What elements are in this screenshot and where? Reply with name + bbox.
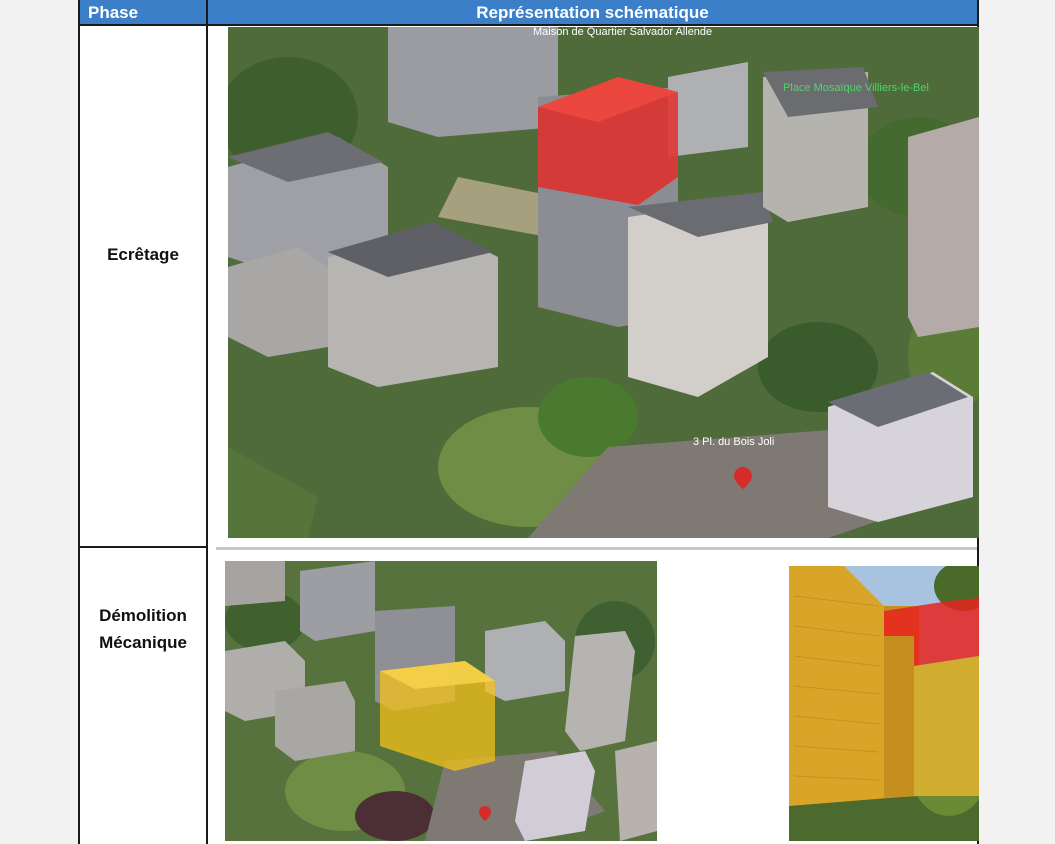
- column-divider: [206, 26, 208, 844]
- label-address: 3 Pl. du Bois Joli: [693, 436, 774, 448]
- label-place-mosaique: Place Mosaïque Villiers-le-Bel: [783, 82, 929, 94]
- aerial-scene-ecretage: Maison de Quartier Salvador Allende Plac…: [228, 27, 979, 538]
- demolition-street-photo: [789, 566, 979, 841]
- phase-table: Phase Représentation schématique Ecrêtag…: [78, 0, 979, 844]
- image-separator: [216, 547, 977, 550]
- demolition-aerial-image: [225, 561, 657, 841]
- street-scene-demolition: [789, 566, 979, 841]
- row-divider: [80, 546, 208, 548]
- header-representation: Représentation schématique: [476, 3, 709, 22]
- header-phase: Phase: [88, 3, 139, 22]
- phase-demolition-line2: Mécanique: [99, 633, 187, 652]
- phase-ecretage: Ecrêtage: [107, 245, 179, 264]
- table-header: Phase Représentation schématique: [80, 0, 977, 26]
- label-maison-quartier: Maison de Quartier Salvador Allende: [533, 27, 712, 38]
- phase-demolition-line1: Démolition: [99, 606, 187, 625]
- ecretage-aerial-image: Maison de Quartier Salvador Allende Plac…: [228, 27, 979, 538]
- aerial-scene-demolition: [225, 561, 657, 841]
